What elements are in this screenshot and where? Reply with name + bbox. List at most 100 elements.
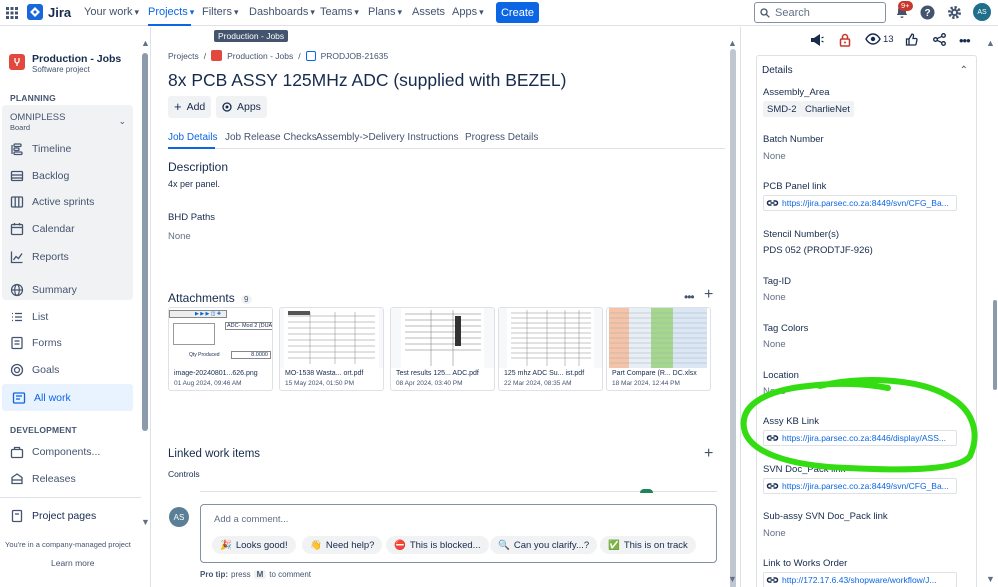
sidebar-item-summary[interactable]: Summary: [0, 277, 133, 303]
details-scrollbar[interactable]: [993, 300, 997, 390]
breadcrumb-issue-key[interactable]: PRODJOB-21635: [321, 51, 389, 61]
learn-more-link[interactable]: Learn more: [51, 558, 94, 568]
pro-tip-mid: press: [231, 570, 251, 579]
attachment-card[interactable]: 125 mhz ADC Su... ist.pdf 22 Mar 2024, 0…: [498, 307, 603, 391]
field-value-tag-colors[interactable]: None: [763, 339, 786, 350]
comment-input[interactable]: Add a comment...: [200, 504, 717, 563]
chevron-up-icon[interactable]: ▲: [728, 38, 737, 48]
link-icon: [766, 198, 779, 208]
pro-tip: Pro tip: press M to comment: [200, 570, 311, 579]
attachment-card[interactable]: MO-1538 Wasta... ort.pdf 15 May 2024, 01…: [279, 307, 384, 391]
quick-reply-looks-good[interactable]: 🎉 Looks good!: [212, 536, 296, 554]
projects-tooltip: Production - Jobs: [214, 30, 289, 42]
chevron-down-icon[interactable]: ▼: [141, 517, 150, 527]
pro-tip-suffix: to comment: [269, 570, 312, 579]
add-attachment-icon[interactable]: +: [704, 286, 713, 304]
nav-apps[interactable]: Apps ▾: [452, 6, 484, 18]
tab-job-details[interactable]: Job Details: [168, 132, 217, 143]
sidebar-item-releases[interactable]: Releases: [0, 466, 133, 492]
quick-reply-need-help[interactable]: 👋 Need help?: [302, 536, 383, 554]
sidebar-scrollbar[interactable]: [142, 53, 148, 431]
sidebar-item-backlog[interactable]: Backlog: [0, 163, 133, 189]
notifications-badge: 9+: [898, 1, 913, 11]
sidebar-item-reports[interactable]: Reports: [0, 244, 133, 270]
svn-doc-pack-link[interactable]: https://jira.parsec.co.za:8449/svn/CFG_B…: [763, 478, 957, 494]
feedback-megaphone-icon[interactable]: [809, 33, 824, 47]
settings-gear-icon[interactable]: [947, 5, 962, 20]
attachment-card[interactable]: Part Compare (R... DC.xlsx 18 Mar 2024, …: [606, 307, 711, 391]
breadcrumb-project[interactable]: Production - Jobs: [227, 51, 293, 61]
details-heading: Details: [762, 64, 793, 76]
sidebar-item-label: Active sprints: [32, 196, 95, 208]
quick-reply-on-track[interactable]: ✅ This is on track: [600, 536, 696, 554]
tab-job-release-checks[interactable]: Job Release Checks: [225, 132, 317, 143]
lock-icon[interactable]: [839, 33, 851, 47]
tab-assembly-delivery[interactable]: Assembly->Delivery Instructions: [316, 132, 459, 143]
sidebar-item-forms[interactable]: Forms: [0, 330, 133, 356]
help-icon[interactable]: ?: [920, 5, 935, 20]
watchers-button[interactable]: 13: [865, 33, 894, 45]
field-value-batch-number[interactable]: None: [763, 151, 786, 162]
sidebar-item-components[interactable]: Components...: [0, 439, 133, 465]
sidebar-item-calendar[interactable]: Calendar: [0, 216, 133, 242]
works-order-link[interactable]: http://172.17.6.43/shopware/workflow/J..…: [763, 572, 957, 587]
nav-assets[interactable]: Assets: [412, 6, 445, 18]
attachment-card[interactable]: Test results 125... ADC.pdf 08 Apr 2024,…: [390, 307, 495, 391]
main-scrollbar[interactable]: [730, 49, 736, 587]
sidebar-item-label: Reports: [32, 251, 69, 263]
tab-progress-details[interactable]: Progress Details: [465, 132, 538, 143]
description-text[interactable]: 4x per panel.: [168, 179, 220, 189]
breadcrumb-projects[interactable]: Projects: [168, 51, 199, 61]
releases-icon: [10, 472, 24, 486]
development-heading: DEVELOPMENT: [10, 425, 77, 435]
thumbs-up-icon[interactable]: [905, 33, 918, 46]
sidebar-item-timeline[interactable]: Timeline: [0, 136, 133, 162]
quick-reply-blocked[interactable]: ⛔ This is blocked...: [386, 536, 489, 554]
chevron-up-icon[interactable]: ▲: [986, 38, 995, 48]
project-name[interactable]: Production - Jobs: [32, 53, 121, 65]
attachment-card[interactable]: ▶ ▶ ▶ ◫ ✚ ADC- Mod 2 (DUAL Qty Produced …: [168, 307, 273, 391]
pcb-panel-link[interactable]: https://jira.parsec.co.za:8449/svn/CFG_B…: [763, 195, 957, 211]
project-avatar[interactable]: [9, 54, 25, 70]
user-avatar[interactable]: AS: [973, 3, 991, 21]
chevron-down-icon[interactable]: ▼: [986, 574, 995, 584]
quick-reply-clarify[interactable]: 🔍 Can you clarify...?: [490, 536, 598, 554]
more-options-icon[interactable]: •••: [684, 290, 695, 304]
sidebar-item-label: Calendar: [32, 223, 75, 235]
nav-projects[interactable]: Projects ▾: [148, 6, 194, 18]
apps-button[interactable]: Apps: [216, 96, 267, 118]
tag-smd2[interactable]: SMD-2: [763, 101, 801, 117]
nav-plans[interactable]: Plans ▾: [368, 6, 402, 18]
issue-title[interactable]: 8x PCB ASSY 125MHz ADC (supplied with BE…: [168, 70, 566, 91]
nav-teams[interactable]: Teams ▾: [320, 6, 359, 18]
board-selector[interactable]: OMNIPLESS Board ⌄: [10, 112, 130, 136]
timeline-icon: [10, 142, 24, 156]
more-actions-icon[interactable]: •••: [959, 33, 971, 48]
jira-logo[interactable]: Jira: [27, 4, 71, 20]
share-icon[interactable]: [933, 33, 946, 46]
sidebar-item-project-pages[interactable]: Project pages: [0, 503, 133, 529]
sidebar-item-list[interactable]: List: [0, 304, 133, 330]
bhd-paths-value[interactable]: None: [168, 231, 191, 242]
notifications-button[interactable]: 9+: [894, 1, 913, 22]
search-input[interactable]: Search: [754, 2, 886, 23]
sidebar-item-goals[interactable]: Goals: [0, 357, 133, 383]
globe-icon: [10, 283, 24, 297]
chevron-up-icon[interactable]: ▲: [141, 38, 150, 48]
nav-dashboards[interactable]: Dashboards ▾: [249, 6, 315, 18]
nav-filters[interactable]: Filters ▾: [202, 6, 238, 18]
field-value-sub-assy-svn-link[interactable]: None: [763, 528, 786, 539]
add-link-icon[interactable]: +: [704, 445, 713, 463]
details-header[interactable]: Details ⌃: [756, 55, 977, 84]
field-value-stencil-numbers[interactable]: PDS 052 (PRODTJF-926): [763, 245, 873, 256]
app-switcher-icon[interactable]: [6, 7, 18, 19]
sidebar-item-active-sprints[interactable]: Active sprints: [0, 189, 133, 215]
add-button[interactable]: + Add: [168, 96, 212, 118]
sidebar-item-all-work[interactable]: All work: [2, 384, 133, 411]
plus-icon: +: [174, 99, 182, 114]
nav-your-work[interactable]: Your work ▾: [84, 6, 139, 18]
field-value-tag-id[interactable]: None: [763, 292, 786, 303]
chevron-down-icon[interactable]: ▼: [728, 574, 737, 584]
tag-charlienet[interactable]: CharlieNet: [801, 101, 854, 117]
create-button[interactable]: Create: [496, 2, 539, 23]
